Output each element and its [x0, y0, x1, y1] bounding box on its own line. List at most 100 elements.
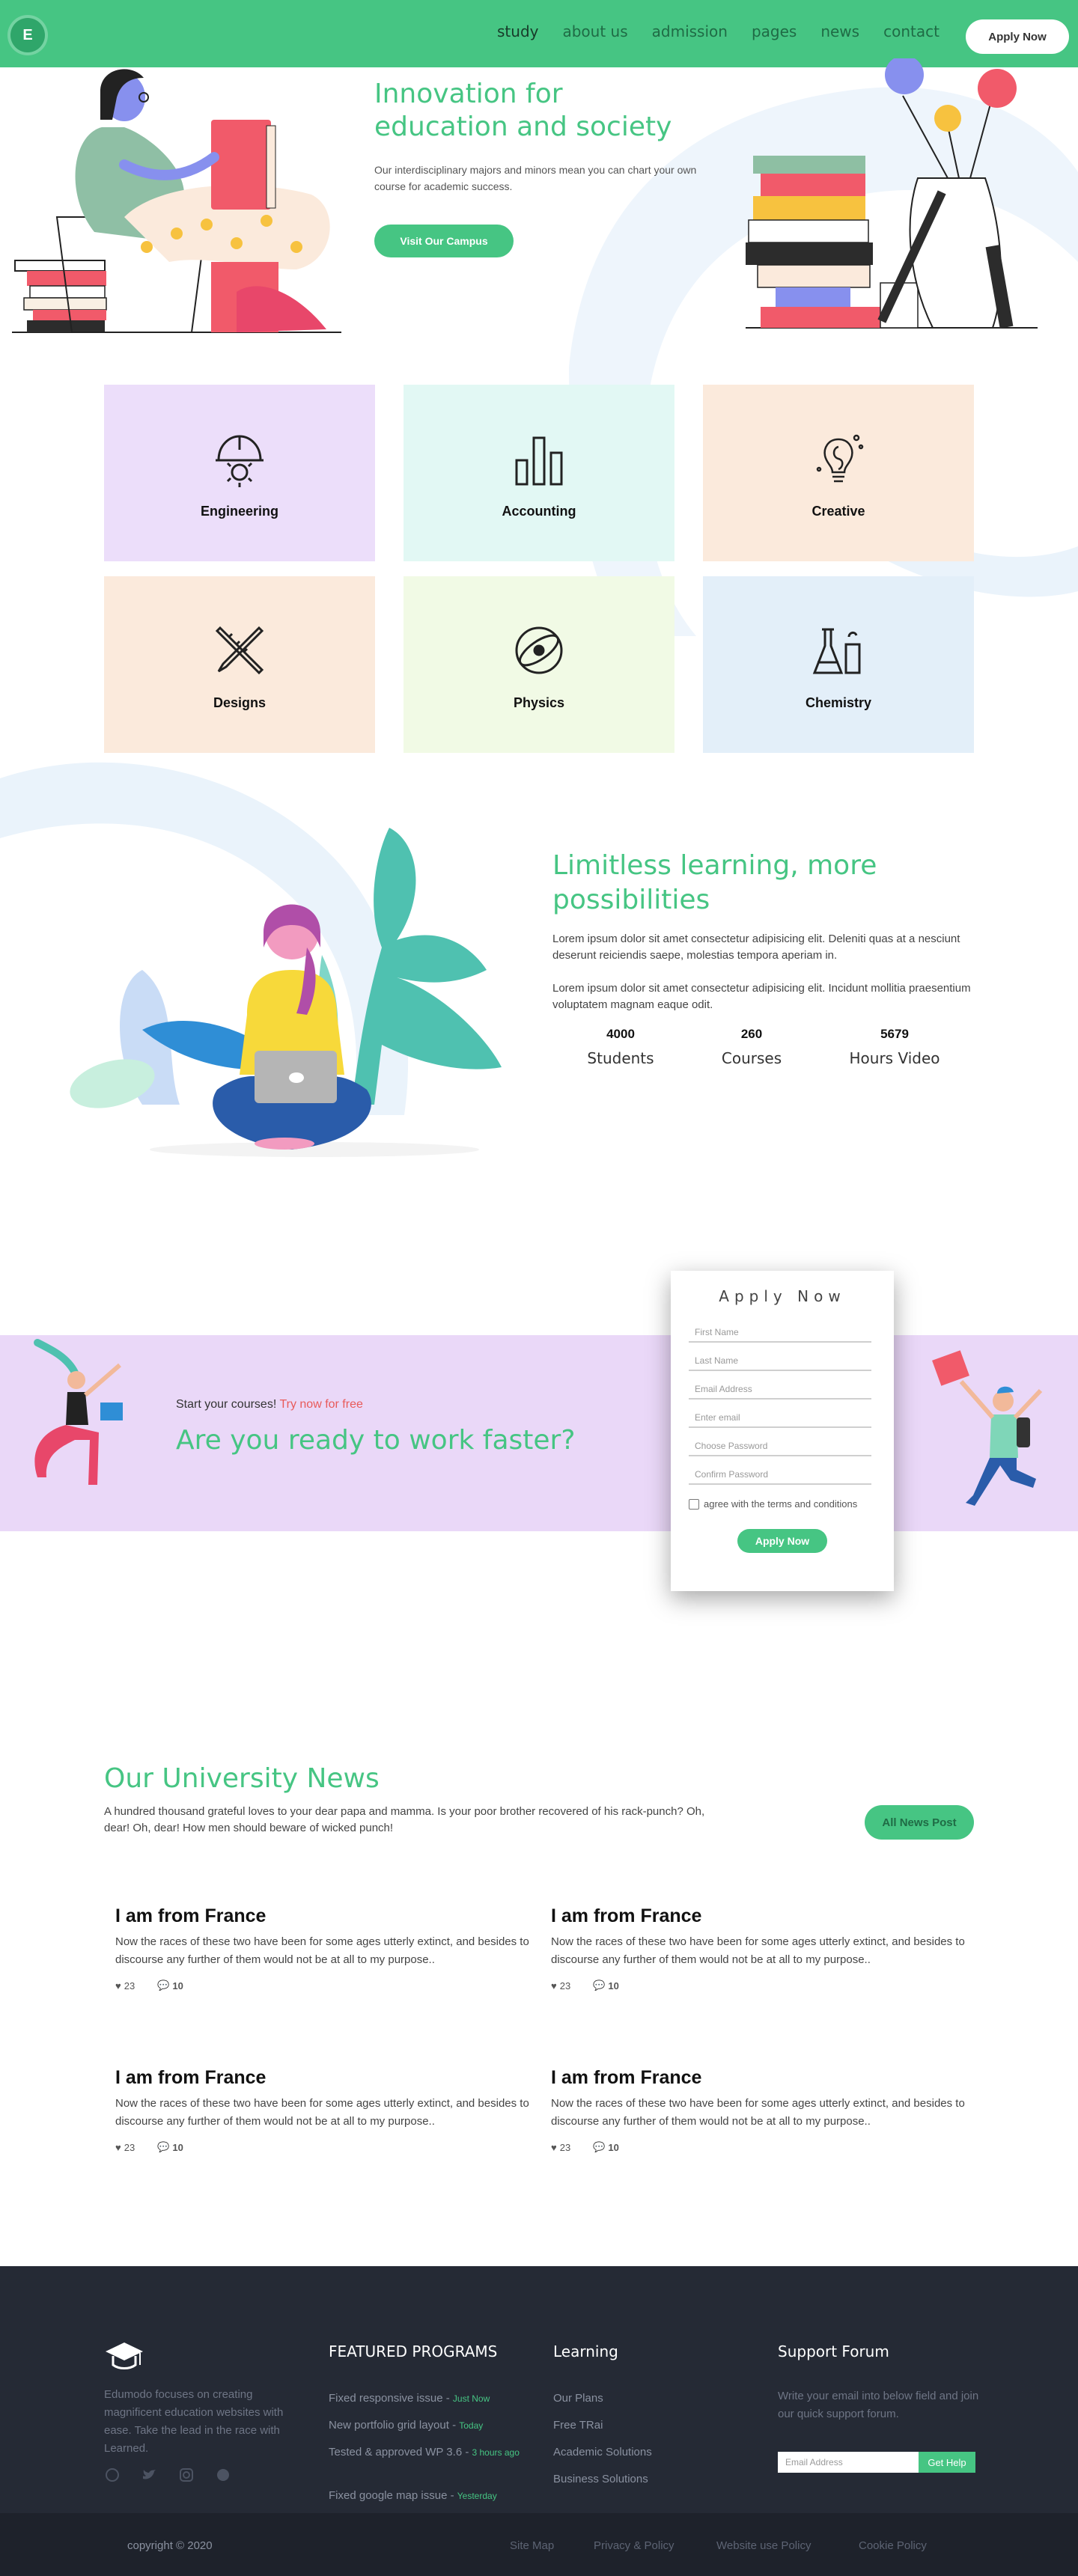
choose-password-field[interactable]	[689, 1428, 871, 1456]
limitless-title-line1: Limitless learning, more	[552, 850, 877, 881]
site-logo[interactable]: E	[10, 18, 45, 52]
stat-label: Courses	[721, 1049, 782, 1067]
form-apply-button[interactable]: Apply Now	[737, 1529, 827, 1553]
post-title: I am from France	[551, 1905, 702, 1926]
nav-news[interactable]: news	[820, 22, 859, 40]
privacy-policy-link[interactable]: Privacy & Policy	[594, 2539, 674, 2552]
nav-pages[interactable]: pages	[752, 22, 797, 40]
terms-checkbox[interactable]	[689, 1498, 699, 1510]
category-accounting[interactable]: Accounting	[404, 385, 674, 561]
learning-link[interactable]: Academic Solutions	[553, 2444, 652, 2461]
comment-icon: 💬	[593, 2141, 606, 2152]
post-meta: ♥ 23 💬 10	[115, 2141, 535, 2153]
category-chemistry[interactable]: Chemistry	[703, 576, 974, 753]
support-forum-title: Support Forum	[778, 2342, 889, 2360]
category-designs[interactable]: Designs	[104, 576, 375, 753]
post-likes[interactable]: ♥ 23	[551, 1980, 570, 1991]
apply-form: Apply Now agree with the terms and condi…	[671, 1271, 894, 1591]
post-likes[interactable]: ♥ 23	[551, 2141, 570, 2153]
category-physics[interactable]: Physics	[404, 576, 674, 753]
nav-admission[interactable]: admission	[652, 22, 728, 40]
hero-title: Innovation for education and society	[374, 78, 794, 144]
post-excerpt: Now the races of these two have been for…	[115, 2097, 529, 2128]
get-help-button[interactable]: Get Help	[919, 2452, 975, 2473]
learning-link[interactable]: Our Plans	[553, 2390, 603, 2407]
featured-program-item[interactable]: New portfolio grid layout - Today	[329, 2417, 523, 2434]
main-nav: study about us admission pages news cont…	[497, 22, 963, 40]
learning-link[interactable]: Business Solutions	[553, 2471, 648, 2488]
nav-contact[interactable]: contact	[883, 22, 940, 40]
news-post[interactable]: I am from France Now the races of these …	[115, 2067, 535, 2153]
nav-about-us[interactable]: about us	[562, 22, 627, 40]
email-address-field[interactable]	[689, 1371, 871, 1400]
limitless-title: Limitless learning, more possibilities	[552, 849, 972, 918]
featured-program-item[interactable]: Fixed responsive issue - Just Now	[329, 2390, 523, 2407]
post-comments[interactable]: 💬 10	[157, 2141, 183, 2153]
news-section-subtitle: A hundred thousand grateful loves to you…	[104, 1805, 705, 1834]
site-map-link[interactable]: Site Map	[510, 2539, 554, 2552]
lightbulb-icon	[816, 434, 864, 482]
news-post[interactable]: I am from France Now the races of these …	[115, 1905, 535, 1991]
category-label: Designs	[213, 695, 267, 710]
apply-form-title: Apply Now	[719, 1287, 846, 1305]
all-news-button[interactable]: All News Post	[865, 1805, 974, 1840]
hero-reading-illustration	[12, 69, 341, 333]
featured-programs-title: FEATURED PROGRAMS	[329, 2342, 498, 2360]
promo-small-text: Start your courses! Try now for free	[176, 1398, 363, 1411]
website-use-policy-link[interactable]: Website use Policy	[716, 2539, 811, 2552]
stat-number: 4000	[606, 1027, 635, 1041]
terms-agreement: agree with the terms and conditions	[689, 1498, 876, 1510]
likes-count: 23	[124, 1980, 135, 1991]
cookie-policy-link[interactable]: Cookie Policy	[859, 2539, 927, 2552]
visit-campus-button[interactable]: Visit Our Campus	[374, 225, 514, 257]
post-excerpt: Now the races of these two have been for…	[551, 2097, 965, 2128]
post-comments[interactable]: 💬 10	[593, 2141, 619, 2153]
featured-program-item[interactable]: Tested & approved WP 3.6 - 3 hours ago	[329, 2444, 531, 2461]
post-excerpt: Now the races of these two have been for…	[551, 1935, 965, 1966]
twitter-icon[interactable]	[141, 2467, 157, 2483]
copyright-text: copyright © 2020	[127, 2539, 213, 2552]
footer-about: Edumodo focuses on creating magnificent …	[104, 2388, 284, 2455]
category-creative[interactable]: Creative	[703, 385, 974, 561]
comments-count: 10	[608, 2141, 619, 2153]
limitless-paragraph-2: Lorem ipsum dolor sit amet consectetur a…	[552, 982, 971, 1011]
post-title: I am from France	[551, 2067, 702, 2088]
featured-program-item[interactable]: Fixed google map issue - Yesterday	[329, 2488, 531, 2504]
learning-link[interactable]: Free TRai	[553, 2417, 603, 2434]
post-comments[interactable]: 💬 10	[157, 1980, 183, 1991]
footer-email-input[interactable]	[778, 2452, 919, 2473]
limitless-paragraph-1: Lorem ipsum dolor sit amet consectetur a…	[552, 933, 960, 962]
post-likes[interactable]: ♥ 23	[115, 1980, 135, 1991]
nav-study[interactable]: study	[497, 22, 538, 40]
featured-text: Tested & approved WP 3.6 -	[329, 2446, 469, 2459]
confirm-password-field[interactable]	[689, 1456, 871, 1485]
instagram-icon[interactable]	[178, 2467, 195, 2483]
likes-count: 23	[559, 2141, 571, 2153]
support-forum-text: Write your email into below field and jo…	[778, 2390, 979, 2420]
logo-letter: E	[22, 26, 33, 43]
news-post[interactable]: I am from France Now the races of these …	[551, 1905, 970, 1991]
last-name-field[interactable]	[689, 1343, 871, 1371]
category-label: Physics	[513, 695, 565, 710]
try-free-link[interactable]: Try now for free	[279, 1398, 362, 1411]
post-title: I am from France	[115, 2067, 267, 2088]
enter-email-field[interactable]	[689, 1400, 871, 1428]
comments-count: 10	[172, 2141, 183, 2153]
post-comments[interactable]: 💬 10	[593, 1980, 619, 1991]
post-likes[interactable]: ♥ 23	[115, 2141, 135, 2153]
featured-text: Fixed google map issue -	[329, 2489, 454, 2502]
dribbble-icon[interactable]	[104, 2467, 121, 2483]
first-name-field[interactable]	[689, 1314, 871, 1343]
flask-icon	[812, 628, 861, 674]
category-engineering[interactable]: Engineering	[104, 385, 375, 561]
stat-label: Hours Video	[849, 1049, 940, 1067]
featured-tag: Yesterday	[457, 2491, 497, 2501]
header-apply-button[interactable]: Apply Now	[966, 19, 1069, 54]
comment-icon: 💬	[157, 2141, 170, 2152]
comments-count: 10	[608, 1980, 619, 1991]
post-meta: ♥ 23 💬 10	[551, 2141, 970, 2153]
github-icon[interactable]	[215, 2467, 231, 2483]
heart-icon: ♥	[551, 1980, 557, 1991]
news-post[interactable]: I am from France Now the races of these …	[551, 2067, 970, 2153]
hero-title-line1: Innovation for	[374, 79, 563, 109]
